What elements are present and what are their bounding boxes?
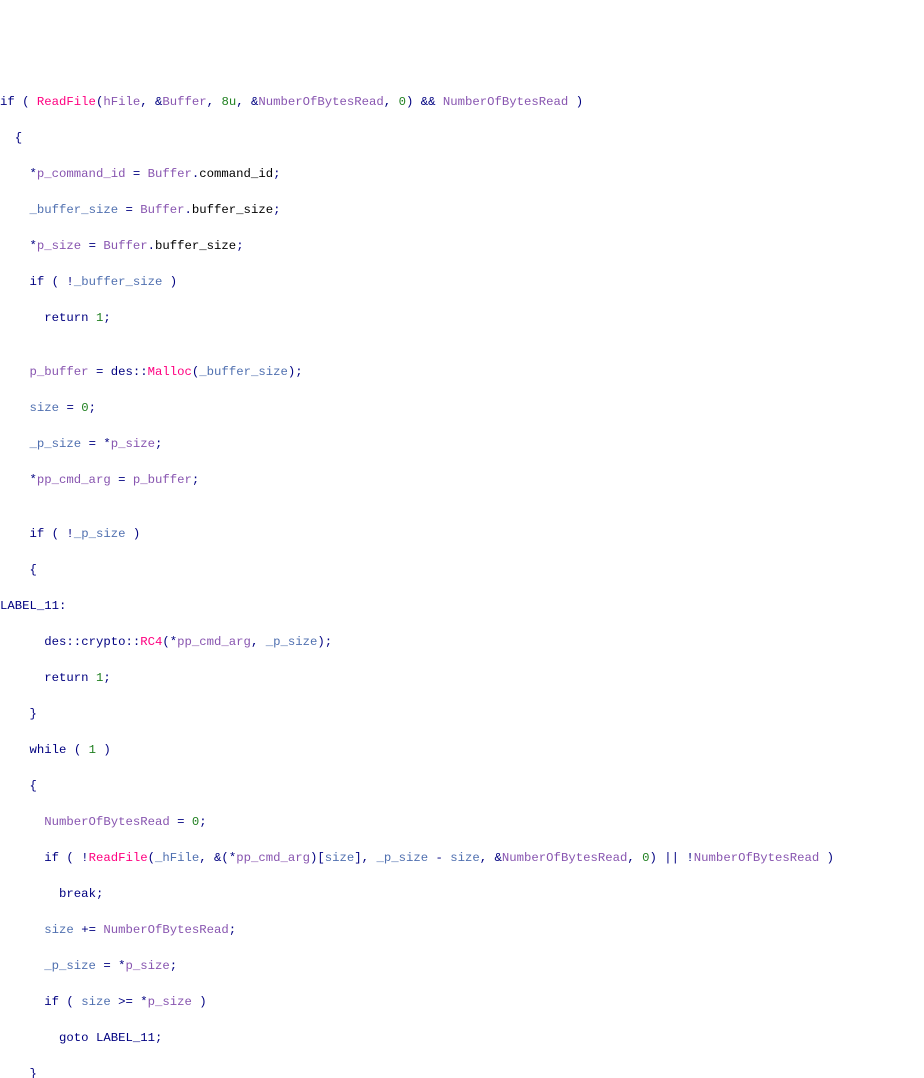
code-line: _buffer_size = Buffer.buffer_size;: [0, 201, 924, 219]
code-line: {: [0, 561, 924, 579]
code-line: p_buffer = des::Malloc(_buffer_size);: [0, 363, 924, 381]
code-line: break;: [0, 885, 924, 903]
rc4-fn: RC4: [140, 635, 162, 649]
code-line: if ( size >= *p_size ): [0, 993, 924, 1011]
code-line: while ( 1 ): [0, 741, 924, 759]
code-line: {: [0, 129, 924, 147]
code-line: LABEL_11:: [0, 597, 924, 615]
code-line: goto LABEL_11;: [0, 1029, 924, 1047]
code-line: *pp_cmd_arg = p_buffer;: [0, 471, 924, 489]
code-line: if ( ReadFile(hFile, &Buffer, 8u, &Numbe…: [0, 93, 924, 111]
code-line: {: [0, 777, 924, 795]
label-11: LABEL_11:: [0, 599, 66, 613]
code-line: }: [0, 705, 924, 723]
code-line: return 1;: [0, 309, 924, 327]
malloc-fn: Malloc: [148, 365, 192, 379]
code-line: size = 0;: [0, 399, 924, 417]
readfile-fn: ReadFile: [89, 851, 148, 865]
code-line: if ( !_p_size ): [0, 525, 924, 543]
code-line: _p_size = *p_size;: [0, 435, 924, 453]
code-line: return 1;: [0, 669, 924, 687]
code-line: des::crypto::RC4(*pp_cmd_arg, _p_size);: [0, 633, 924, 651]
code-block: if ( ReadFile(hFile, &Buffer, 8u, &Numbe…: [0, 75, 924, 1078]
code-line: if ( !_buffer_size ): [0, 273, 924, 291]
code-line: size += NumberOfBytesRead;: [0, 921, 924, 939]
code-line: *p_command_id = Buffer.command_id;: [0, 165, 924, 183]
code-line: *p_size = Buffer.buffer_size;: [0, 237, 924, 255]
code-line: _p_size = *p_size;: [0, 957, 924, 975]
readfile-fn: ReadFile: [37, 95, 96, 109]
code-line: }: [0, 1065, 924, 1078]
code-line: if ( !ReadFile(_hFile, &(*pp_cmd_arg)[si…: [0, 849, 924, 867]
code-line: NumberOfBytesRead = 0;: [0, 813, 924, 831]
